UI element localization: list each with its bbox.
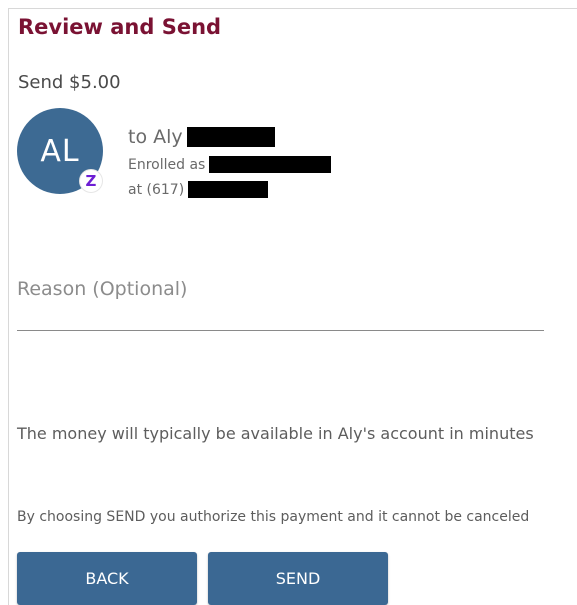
authorization-notice: By choosing SEND you authorize this paym… bbox=[17, 509, 530, 525]
zelle-glyph: Z bbox=[85, 172, 97, 190]
reason-field bbox=[17, 275, 544, 333]
send-button[interactable]: SEND bbox=[208, 552, 388, 605]
send-amount: Send $5.00 bbox=[18, 72, 121, 93]
availability-message: The money will typically be available in… bbox=[17, 424, 534, 443]
back-button[interactable]: BACK bbox=[17, 552, 197, 605]
redacted-phone bbox=[188, 181, 269, 198]
redacted-last-name bbox=[186, 127, 275, 147]
redacted-enrolled-name bbox=[209, 156, 332, 173]
avatar-initials: AL bbox=[40, 133, 80, 169]
enrolled-label: Enrolled as bbox=[128, 156, 206, 173]
recipient-name-text: to Aly bbox=[128, 126, 183, 148]
zelle-icon: Z bbox=[80, 170, 102, 192]
reason-input[interactable] bbox=[17, 275, 544, 331]
phone-prefix: at (617) bbox=[128, 181, 185, 198]
page-title: Review and Send bbox=[18, 15, 222, 39]
review-send-panel: Review and Send Send $5.00 AL Z to Aly E… bbox=[8, 8, 577, 605]
recipient-enrolled: Enrolled as bbox=[128, 156, 332, 173]
recipient-name: to Aly bbox=[128, 126, 275, 148]
recipient-phone: at (617) bbox=[128, 181, 269, 198]
